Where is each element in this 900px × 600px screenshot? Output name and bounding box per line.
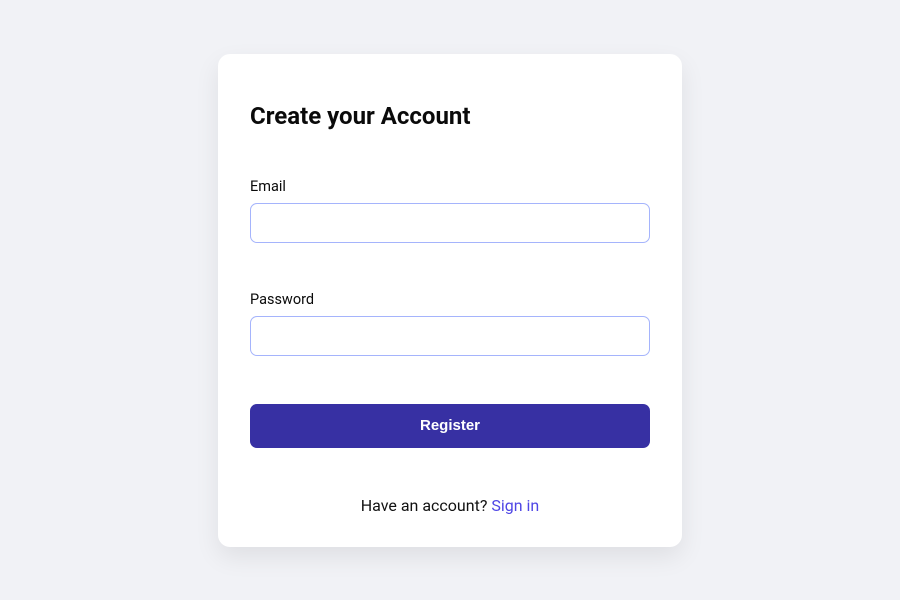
email-input[interactable]	[250, 203, 650, 243]
password-field-group: Password	[250, 291, 650, 356]
email-label: Email	[250, 178, 650, 195]
page-title: Create your Account	[250, 102, 650, 130]
signin-link[interactable]: Sign in	[491, 496, 539, 515]
signup-card: Create your Account Email Password Regis…	[218, 54, 682, 547]
password-input[interactable]	[250, 316, 650, 356]
password-label: Password	[250, 291, 650, 308]
register-button[interactable]: Register	[250, 404, 650, 448]
signin-prompt: Have an account?	[361, 496, 492, 515]
signin-footer: Have an account? Sign in	[250, 496, 650, 515]
email-field-group: Email	[250, 178, 650, 243]
